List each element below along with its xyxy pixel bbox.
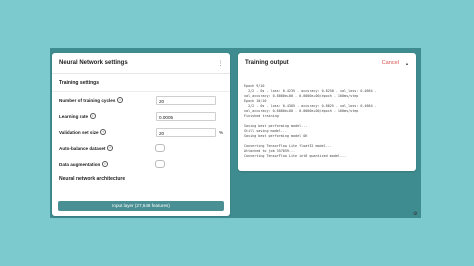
field-learning-rate: Learning rate ? 0.0005 <box>52 108 230 124</box>
help-icon[interactable]: ? <box>89 113 96 119</box>
training-cycles-label: Number of training cycles <box>59 97 116 103</box>
toggle-data-augmentation: Data augmentation ? <box>52 156 230 172</box>
help-icon[interactable]: ? <box>116 97 123 103</box>
field-training-cycles: Number of training cycles ? 20 <box>52 92 230 108</box>
help-icon[interactable]: ? <box>106 145 113 151</box>
chevron-up-icon[interactable]: ▲ <box>405 61 409 66</box>
training-cycles-input[interactable]: 20 <box>156 95 216 105</box>
validation-size-label: Validation set size <box>59 129 99 135</box>
data-augmentation-label: Data augmentation <box>59 161 101 167</box>
cancel-button[interactable]: Cancel <box>382 60 399 66</box>
input-layer-button[interactable]: Input layer (27,648 features) <box>58 201 224 211</box>
architecture-title: Neural network architecture <box>59 176 126 182</box>
toggle-auto-balance: Auto-balance dataset ? <box>52 140 230 156</box>
more-vertical-icon[interactable]: ⋮ <box>218 60 224 67</box>
learning-rate-label: Learning rate <box>59 113 89 119</box>
validation-size-input[interactable]: 20 <box>156 127 216 137</box>
settings-title: Neural Network settings <box>59 60 128 66</box>
log-line: Converting TensorFlow Lite int8 quantize… <box>244 154 347 158</box>
settings-header: Neural Network settings ⋮ <box>52 53 230 74</box>
neural-network-settings-panel: Neural Network settings ⋮ Training setti… <box>52 53 230 216</box>
training-log: Epoch 9/10 2/2 - 0s - loss: 0.4235 - acc… <box>244 69 410 167</box>
data-augmentation-toggle[interactable] <box>155 160 165 168</box>
help-icon[interactable]: ? <box>101 161 108 167</box>
auto-balance-label: Auto-balance dataset <box>59 145 106 151</box>
field-validation-size: Validation set size ? 20 % <box>52 124 230 140</box>
training-settings-title: Training settings <box>59 80 100 86</box>
training-output-panel: Training output Cancel ▲ Epoch 9/10 2/2 … <box>238 53 416 171</box>
auto-balance-toggle[interactable] <box>155 144 165 152</box>
help-icon[interactable]: ? <box>100 129 107 135</box>
validation-size-unit: % <box>219 129 224 135</box>
output-title: Training output <box>245 60 289 66</box>
learning-rate-input[interactable]: 0.0005 <box>156 111 216 121</box>
gear-icon[interactable]: ⚙ <box>413 211 417 217</box>
